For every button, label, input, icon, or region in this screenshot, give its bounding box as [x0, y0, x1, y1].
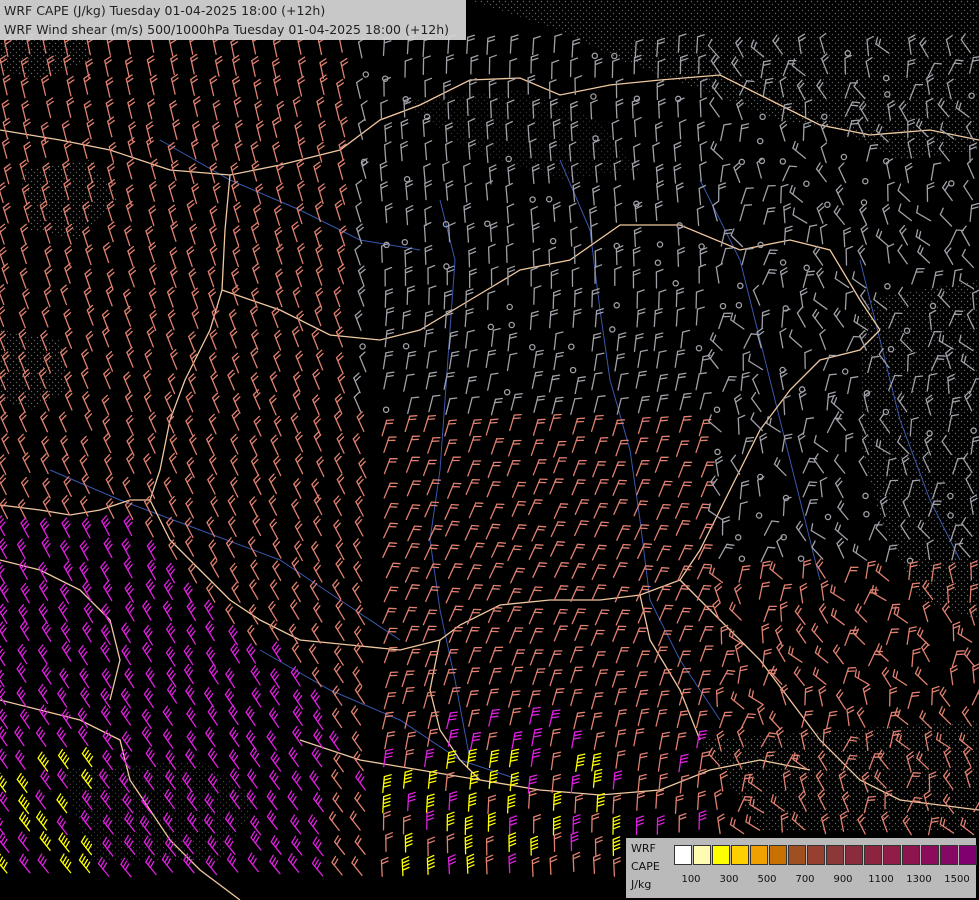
- weather-map: [0, 0, 979, 900]
- legend-label-line-1: WRF: [631, 842, 656, 855]
- legend-color-scale: [674, 845, 978, 865]
- legend-swatch: [940, 845, 958, 865]
- legend-swatch: [959, 845, 977, 865]
- legend-swatch: [750, 845, 768, 865]
- legend-swatch: [674, 845, 692, 865]
- legend-tick: 700: [795, 874, 815, 885]
- legend-swatch: [788, 845, 806, 865]
- legend-tick: 300: [719, 874, 739, 885]
- legend-swatch: [712, 845, 730, 865]
- legend-label-line-2: CAPE: [631, 860, 660, 873]
- legend-tick: 1500: [944, 874, 970, 885]
- legend-tick: 900: [833, 874, 853, 885]
- legend-tick: 100: [681, 874, 701, 885]
- legend-swatch: [864, 845, 882, 865]
- legend-swatch: [921, 845, 939, 865]
- cape-title: WRF CAPE (J/kg) Tuesday 01-04-2025 18:00…: [4, 3, 326, 18]
- legend-swatch: [826, 845, 844, 865]
- legend-swatch: [902, 845, 920, 865]
- legend-swatch: [845, 845, 863, 865]
- legend-swatch: [769, 845, 787, 865]
- legend-swatch: [731, 845, 749, 865]
- legend-swatch: [693, 845, 711, 865]
- legend-swatch: [883, 845, 901, 865]
- wind-shear-title: WRF Wind shear (m/s) 500/1000hPa Tuesday…: [4, 22, 450, 37]
- legend-tick: 500: [757, 874, 777, 885]
- legend-tick: 1100: [868, 874, 894, 885]
- legend-swatch: [807, 845, 825, 865]
- legend-tick-labels: 100 300 500 700 900 1100 1300 1500: [674, 874, 974, 888]
- cape-legend: WRF CAPE J/kg 100 300 500 700 900 1100 1…: [626, 838, 978, 898]
- map-title-box: WRF CAPE (J/kg) Tuesday 01-04-2025 18:00…: [0, 0, 466, 40]
- legend-tick: 1300: [906, 874, 932, 885]
- legend-label-line-3: J/kg: [631, 878, 652, 891]
